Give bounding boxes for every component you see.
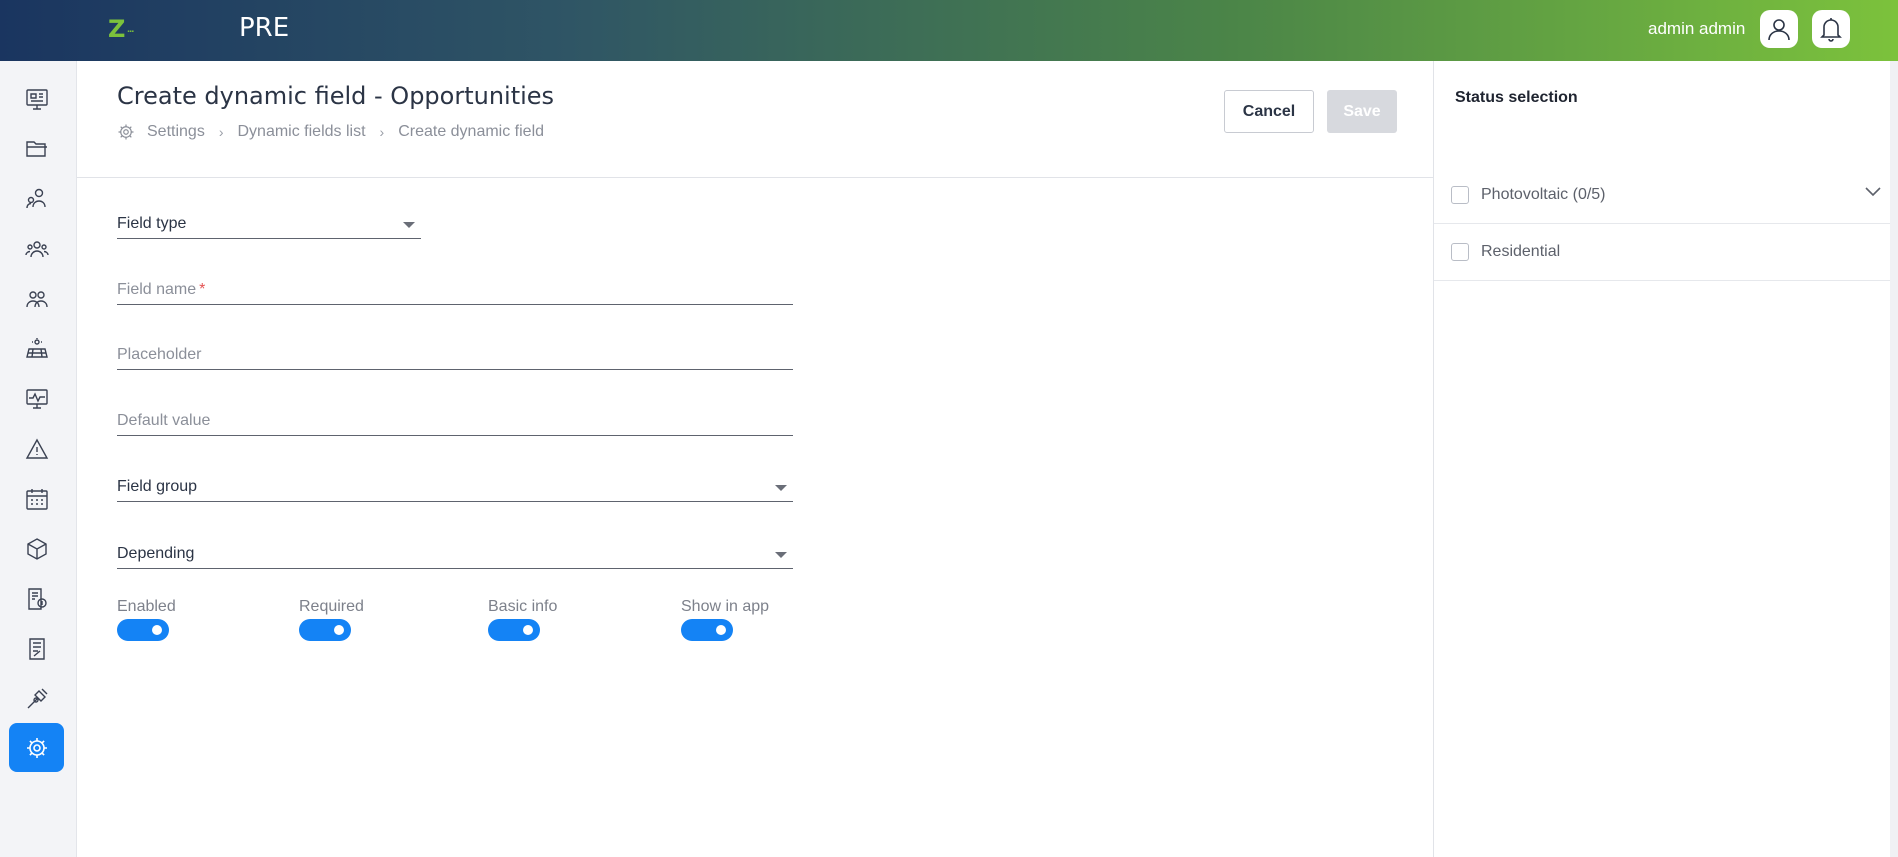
chevron-down-icon <box>775 485 787 491</box>
residential-checkbox[interactable] <box>1451 243 1469 261</box>
toggle-enabled: Enabled <box>117 598 176 641</box>
nav-invoices[interactable] <box>9 574 64 623</box>
toggle-show-in-app-label: Show in app <box>681 598 770 615</box>
placeholder-input[interactable]: Placeholder <box>117 338 793 370</box>
app-title: PRE <box>239 13 290 43</box>
status-item-label: Residential <box>1481 243 1561 260</box>
depending-label: Depending <box>117 545 195 562</box>
switch-knob <box>334 625 344 635</box>
warning-icon <box>25 438 48 459</box>
monitoring-icon <box>25 388 48 409</box>
calendar-icon <box>25 488 48 510</box>
tools-icon <box>27 688 47 708</box>
depending-select[interactable]: Depending <box>117 538 793 569</box>
field-name-label: Field name * <box>117 281 206 298</box>
status-selection-title: Status selection <box>1455 89 1578 106</box>
chevron-down-icon[interactable] <box>1865 187 1881 197</box>
field-group-select[interactable]: Field group <box>117 471 793 502</box>
folder-icon <box>25 140 47 157</box>
page-title: Create dynamic field - Opportunities <box>117 82 555 110</box>
settings-icon <box>26 737 47 758</box>
placeholder-label: Placeholder <box>117 346 202 363</box>
toggle-show-in-app: Show in app <box>681 598 769 641</box>
nav-files[interactable] <box>9 124 64 173</box>
default-value-label: Default value <box>117 412 211 429</box>
cancel-button[interactable]: Cancel <box>1224 90 1314 133</box>
nav-team[interactable] <box>9 224 64 273</box>
users-icon <box>25 290 48 307</box>
toggle-required-label: Required <box>299 598 364 615</box>
breadcrumb-separator-icon: › <box>218 124 224 140</box>
settings-gear-icon <box>117 123 135 141</box>
nav-users[interactable] <box>9 274 64 323</box>
toggle-basic-info-label: Basic info <box>488 598 558 615</box>
breadcrumb: Settings › Dynamic fields list › Create … <box>117 123 544 141</box>
contacts-icon <box>25 188 46 208</box>
default-value-input[interactable]: Default value <box>117 404 793 436</box>
nav-monitoring[interactable] <box>9 374 64 423</box>
toggle-enabled-label: Enabled <box>117 598 176 615</box>
invoice-icon <box>27 587 47 610</box>
status-selection-panel: Status selection Photovoltaic (0/5) Resi… <box>1433 61 1898 857</box>
photovoltaic-checkbox[interactable] <box>1451 186 1469 204</box>
dashboard-icon <box>25 88 48 110</box>
status-item-label: Photovoltaic (0/5) <box>1481 186 1606 203</box>
scrollbar[interactable] <box>1890 61 1898 857</box>
main-panel: Create dynamic field - Opportunities Set… <box>77 61 1433 857</box>
user-name: admin admin <box>1648 19 1746 38</box>
switch-knob <box>523 625 533 635</box>
nav-settings[interactable] <box>9 723 64 772</box>
breadcrumb-settings[interactable]: Settings <box>147 123 205 141</box>
notifications-button[interactable] <box>1812 10 1850 48</box>
solar-panel-icon <box>25 337 48 358</box>
breadcrumb-separator-icon: › <box>379 124 385 140</box>
team-icon <box>24 240 49 257</box>
status-item-residential[interactable]: Residential <box>1434 224 1898 281</box>
logo-text: ▪▪▪ <box>127 29 134 35</box>
document-icon <box>28 637 45 660</box>
user-profile-button[interactable] <box>1760 10 1798 48</box>
required-switch[interactable] <box>299 619 351 641</box>
required-mark: * <box>199 281 206 298</box>
show-in-app-switch[interactable] <box>681 619 733 641</box>
field-type-label: Field type <box>117 215 187 232</box>
field-group-label: Field group <box>117 478 198 495</box>
switch-knob <box>716 625 726 635</box>
breadcrumb-dynamic-fields-list[interactable]: Dynamic fields list <box>237 123 365 141</box>
save-button[interactable]: Save <box>1327 90 1397 133</box>
nav-documents[interactable] <box>9 624 64 673</box>
logo-mark: Z <box>108 15 126 43</box>
header-divider <box>77 177 1433 178</box>
field-type-select[interactable]: Field type <box>117 209 421 239</box>
nav-tools[interactable] <box>9 674 64 723</box>
nav-solar[interactable] <box>9 324 64 373</box>
basic-info-switch[interactable] <box>488 619 540 641</box>
toggle-basic-info: Basic info <box>488 598 557 641</box>
brand-logo[interactable]: Z ▪▪▪ <box>108 15 168 43</box>
user-icon <box>1768 19 1790 41</box>
enabled-switch[interactable] <box>117 619 169 641</box>
field-name-input[interactable]: Field name * <box>117 273 793 305</box>
breadcrumb-create-dynamic-field: Create dynamic field <box>398 123 545 140</box>
chevron-down-icon <box>403 222 415 228</box>
nav-products[interactable] <box>9 524 64 573</box>
nav-calendar[interactable] <box>9 474 64 523</box>
toggle-required: Required <box>299 598 364 641</box>
top-bar: Z ▪▪▪ PRE admin admin <box>0 0 1898 61</box>
nav-contacts[interactable] <box>9 174 64 223</box>
sidebar <box>0 61 77 857</box>
box-icon <box>26 537 47 560</box>
status-item-photovoltaic[interactable]: Photovoltaic (0/5) <box>1434 167 1898 224</box>
nav-dashboard[interactable] <box>9 74 64 123</box>
switch-knob <box>152 625 162 635</box>
nav-alerts[interactable] <box>9 424 64 473</box>
bell-icon <box>1820 18 1842 42</box>
chevron-down-icon <box>775 552 787 558</box>
